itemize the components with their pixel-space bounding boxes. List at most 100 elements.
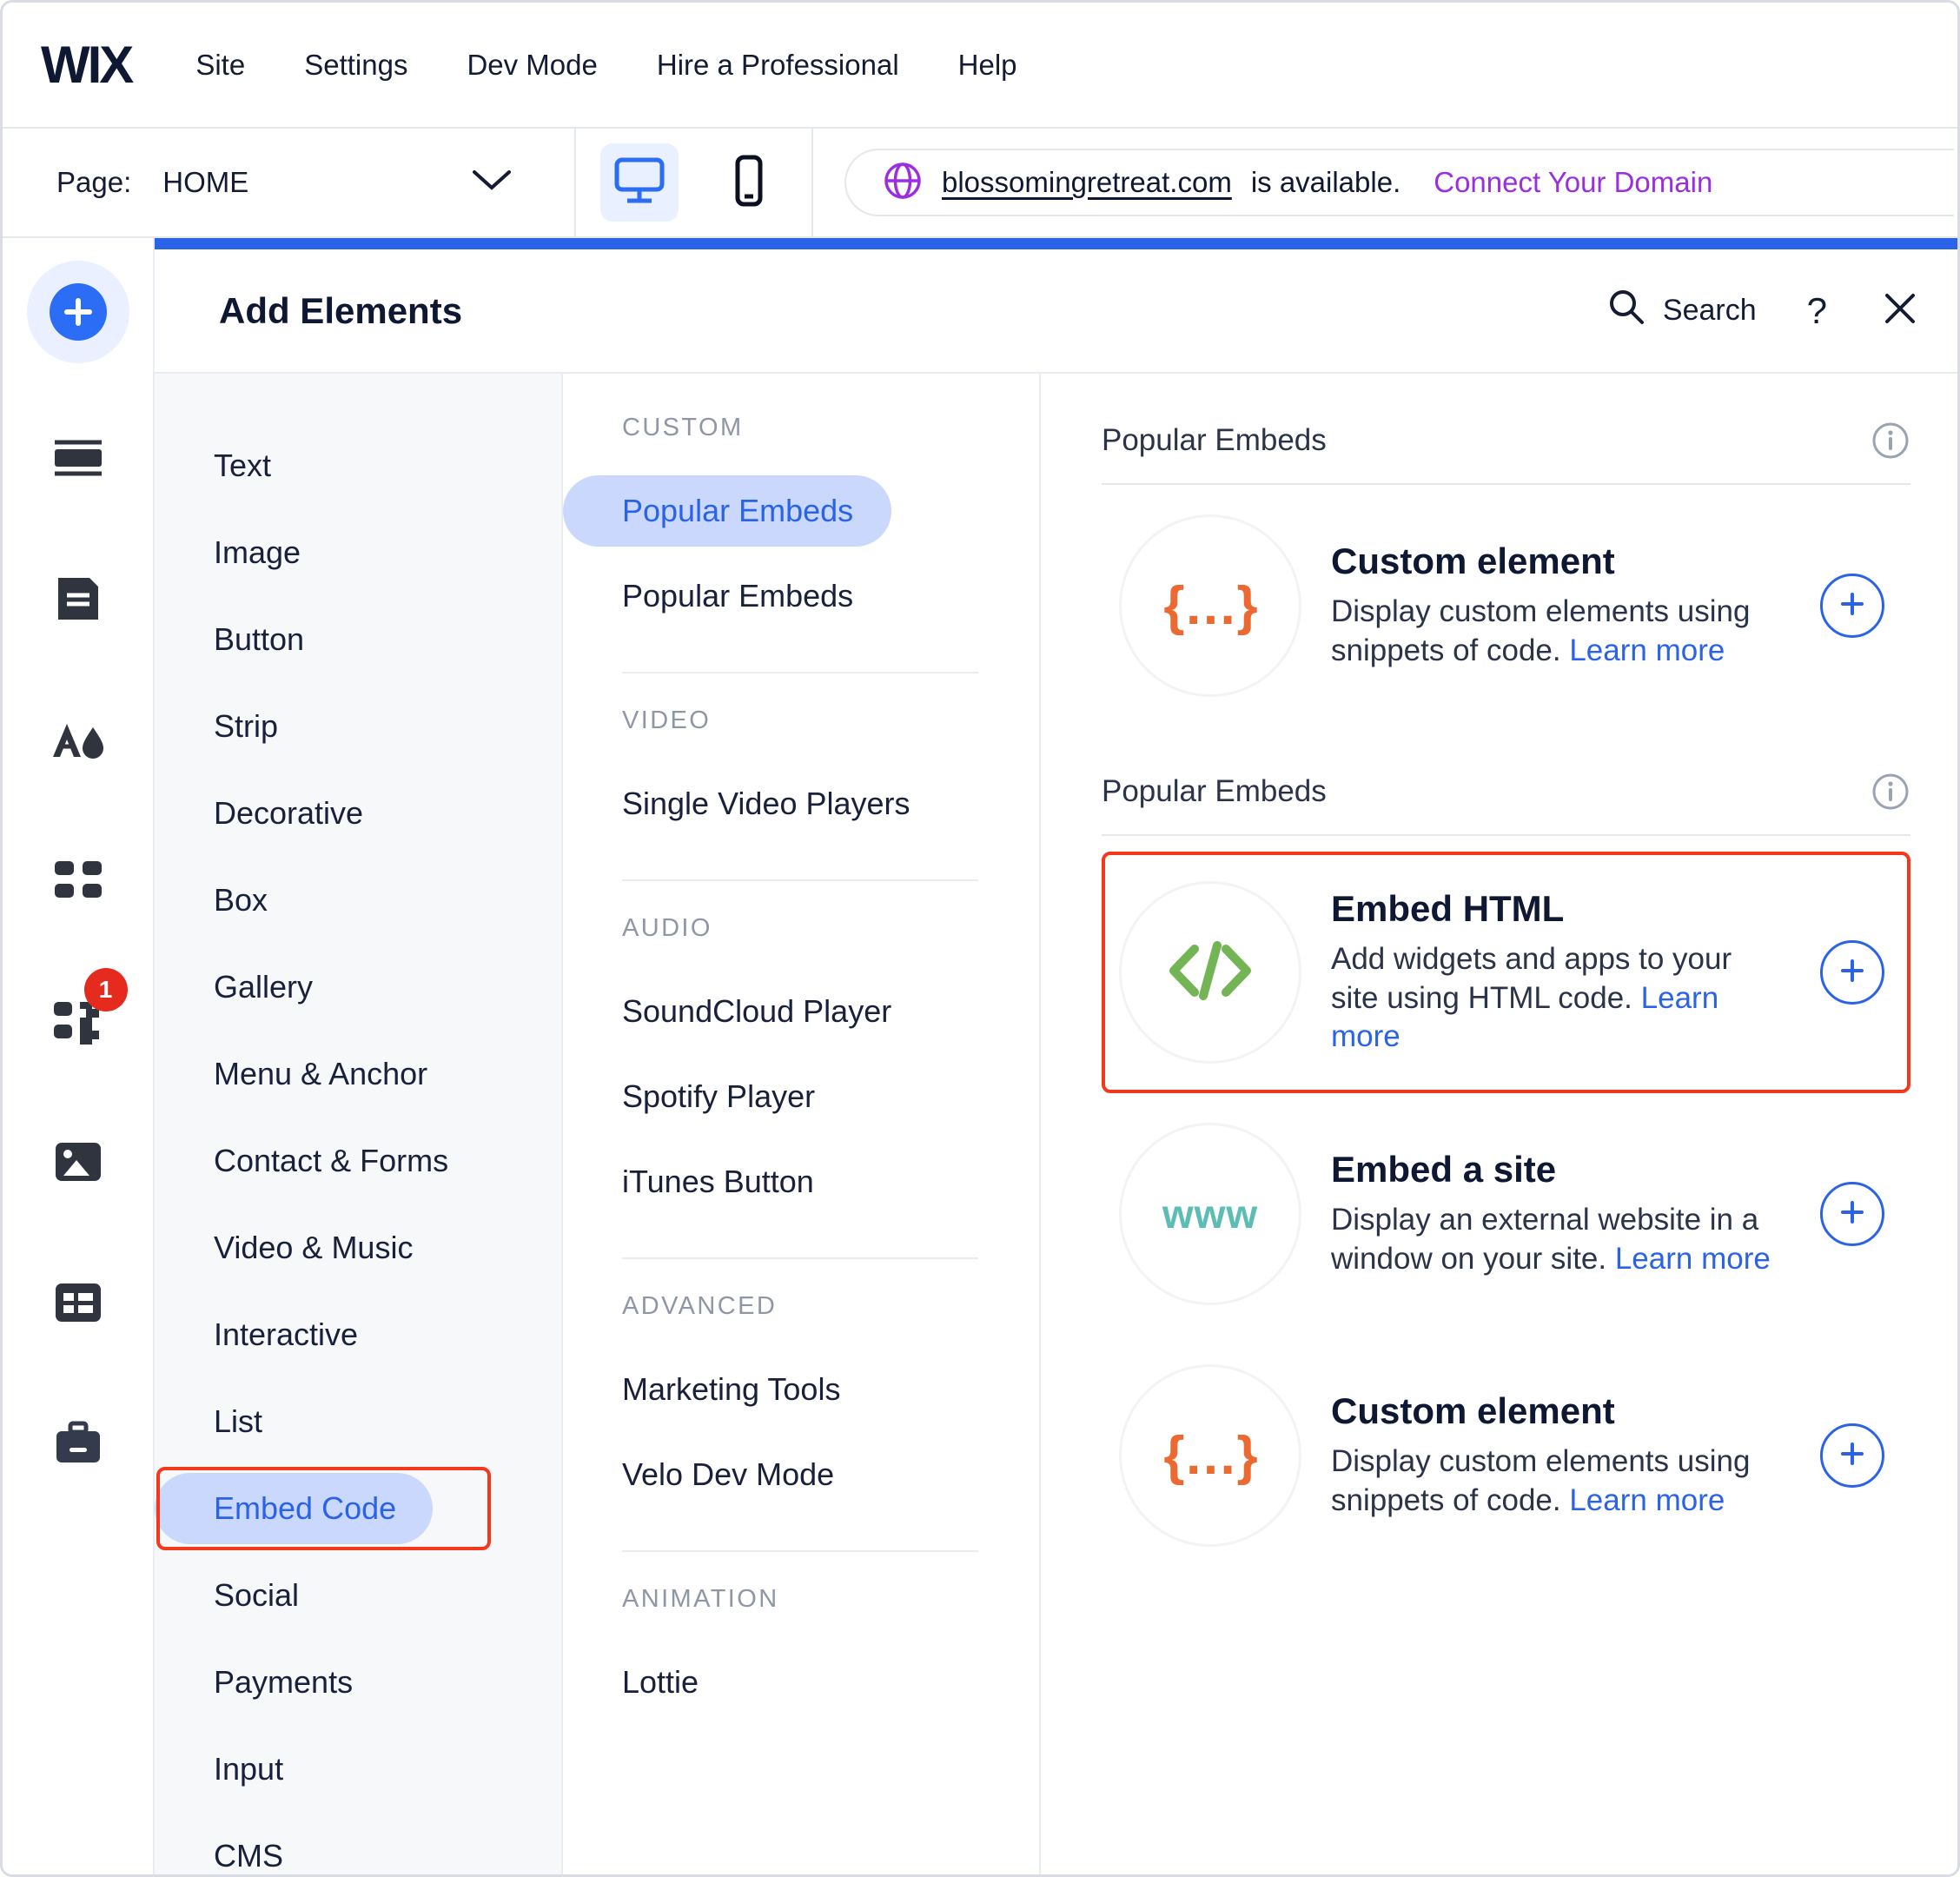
category-item-embed-code[interactable]: Embed Code xyxy=(155,1465,561,1552)
subcategory-label: Lottie xyxy=(622,1664,699,1700)
category-item-video-music[interactable]: Video & Music xyxy=(155,1204,561,1291)
menu-item-settings[interactable]: Settings xyxy=(304,49,407,82)
element-card-embed-html[interactable]: Embed HTML Add widgets and apps to your … xyxy=(1102,852,1910,1093)
subcategory-item-spotify-player[interactable]: Spotify Player xyxy=(563,1054,1039,1139)
category-item-gallery[interactable]: Gallery xyxy=(155,944,561,1031)
category-label: Video & Music xyxy=(214,1230,414,1265)
element-card-custom-element-2[interactable]: {…} Custom element Display custom elemen… xyxy=(1102,1335,1910,1576)
section-title: Popular Embeds xyxy=(1102,774,1327,808)
card-thumbnail xyxy=(1119,881,1301,1064)
category-item-list[interactable]: List xyxy=(155,1378,561,1465)
divider xyxy=(622,1257,978,1259)
category-item-cms[interactable]: CMS xyxy=(155,1813,561,1874)
category-item-box[interactable]: Box xyxy=(155,857,561,944)
add-element-button[interactable] xyxy=(1820,1182,1884,1246)
category-item-social[interactable]: Social xyxy=(155,1552,561,1639)
domain-zone: blossomingretreat.com is available. Conn… xyxy=(813,129,1957,236)
subcategory-item-popular-embeds[interactable]: Popular Embeds xyxy=(563,554,1039,639)
card-thumbnail: {…} xyxy=(1119,514,1301,697)
mobile-icon xyxy=(730,154,768,212)
page-selector[interactable]: Page: HOME xyxy=(3,129,576,236)
category-item-image[interactable]: Image xyxy=(155,509,561,596)
category-item-contact-forms[interactable]: Contact & Forms xyxy=(155,1118,561,1204)
subgroup-title-audio: AUDIO xyxy=(622,914,712,942)
category-item-button[interactable]: Button xyxy=(155,596,561,683)
category-label: Input xyxy=(214,1751,284,1787)
connect-your-domain-link[interactable]: Connect Your Domain xyxy=(1434,166,1712,199)
help-button[interactable]: ? xyxy=(1807,292,1827,329)
sections-icon xyxy=(52,439,104,481)
category-item-interactive[interactable]: Interactive xyxy=(155,1291,561,1378)
rail-item-site-design[interactable] xyxy=(27,690,129,793)
rail-item-my-apps[interactable]: 1 xyxy=(27,968,129,1074)
divider xyxy=(622,672,978,673)
desktop-view-button[interactable] xyxy=(599,143,679,222)
theme-icon xyxy=(50,719,107,765)
mobile-view-button[interactable] xyxy=(710,143,788,222)
category-label: Gallery xyxy=(214,969,314,1005)
apps-grid-icon xyxy=(53,858,103,907)
learn-more-link[interactable]: Learn more xyxy=(1569,633,1725,667)
rail-item-cms[interactable] xyxy=(27,1253,129,1356)
add-elements-panel: Add Elements Search ? Text Image Button … xyxy=(155,238,1957,1874)
element-card-custom-element-1[interactable]: {…} Custom element Display custom elemen… xyxy=(1102,485,1910,726)
category-item-text[interactable]: Text xyxy=(155,422,561,509)
section-header-popular-embeds-2: Popular Embeds xyxy=(1102,772,1910,836)
menu-item-help[interactable]: Help xyxy=(958,49,1017,82)
rail-item-site-sections[interactable] xyxy=(27,408,129,511)
desktop-icon xyxy=(612,156,666,210)
wix-logo[interactable]: WIX xyxy=(41,38,134,91)
subcategory-item-marketing-tools[interactable]: Marketing Tools xyxy=(563,1347,1039,1432)
info-icon[interactable] xyxy=(1871,772,1910,812)
menu-item-hire-a-professional[interactable]: Hire a Professional xyxy=(657,49,899,82)
editor-body: 1 Add Elements Search ? Text Image Butto… xyxy=(3,238,1957,1874)
card-title: Custom element xyxy=(1331,1390,1615,1432)
add-element-button[interactable] xyxy=(1820,1423,1884,1488)
subcategory-item-lottie[interactable]: Lottie xyxy=(563,1640,1039,1725)
rail-item-business-tools[interactable] xyxy=(27,1394,129,1496)
add-element-button[interactable] xyxy=(1820,574,1884,638)
category-item-menu-anchor[interactable]: Menu & Anchor xyxy=(155,1031,561,1118)
category-item-strip[interactable]: Strip xyxy=(155,683,561,770)
subcategory-item-itunes-button[interactable]: iTunes Button xyxy=(563,1139,1039,1224)
domain-name-link[interactable]: blossomingretreat.com xyxy=(942,166,1232,199)
search-button[interactable]: Search xyxy=(1607,288,1757,334)
category-label: Menu & Anchor xyxy=(214,1056,428,1091)
subcategory-item-soundcloud-player[interactable]: SoundCloud Player xyxy=(563,969,1039,1054)
subcategory-item-popular-embeds-selected[interactable]: Popular Embeds xyxy=(563,468,1039,554)
panel-header: Add Elements Search ? xyxy=(155,249,1957,374)
rail-item-apps-market[interactable] xyxy=(27,831,129,933)
card-thumbnail: {…} xyxy=(1119,1364,1301,1547)
www-icon: www xyxy=(1162,1191,1259,1237)
table-icon xyxy=(53,1280,103,1330)
subcategory-label: Popular Embeds xyxy=(622,578,854,614)
page-icon xyxy=(55,574,102,627)
close-button[interactable] xyxy=(1879,288,1921,334)
category-label: Text xyxy=(214,448,272,483)
menu-item-dev-mode[interactable]: Dev Mode xyxy=(467,49,597,82)
plus-icon xyxy=(1837,1438,1868,1474)
search-label: Search xyxy=(1662,294,1757,327)
rail-item-add-elements[interactable] xyxy=(26,261,129,363)
rail-item-media[interactable] xyxy=(27,1112,129,1215)
add-element-button[interactable] xyxy=(1820,940,1884,1005)
info-icon[interactable] xyxy=(1871,421,1910,461)
rail-item-pages-menu[interactable] xyxy=(27,549,129,652)
card-body: Custom element Display custom elements u… xyxy=(1331,541,1775,671)
subgroup-title-animation: ANIMATION xyxy=(622,1585,779,1613)
image-icon xyxy=(53,1139,103,1189)
menu-item-site[interactable]: Site xyxy=(195,49,245,82)
subcategory-label: iTunes Button xyxy=(622,1164,814,1199)
subcategory-item-single-video-players[interactable]: Single Video Players xyxy=(563,761,1039,846)
learn-more-link[interactable]: Learn more xyxy=(1569,1483,1725,1517)
learn-more-link[interactable]: Learn more xyxy=(1615,1242,1771,1276)
category-item-input[interactable]: Input xyxy=(155,1726,561,1813)
braces-icon: {…} xyxy=(1163,575,1257,636)
subgroup-title-advanced: ADVANCED xyxy=(622,1292,778,1320)
category-label: Decorative xyxy=(214,795,364,831)
element-card-embed-a-site[interactable]: www Embed a site Display an external web… xyxy=(1102,1093,1910,1335)
plus-icon xyxy=(49,283,107,341)
category-item-decorative[interactable]: Decorative xyxy=(155,770,561,857)
subcategory-item-velo-dev-mode[interactable]: Velo Dev Mode xyxy=(563,1432,1039,1517)
category-item-payments[interactable]: Payments xyxy=(155,1639,561,1726)
